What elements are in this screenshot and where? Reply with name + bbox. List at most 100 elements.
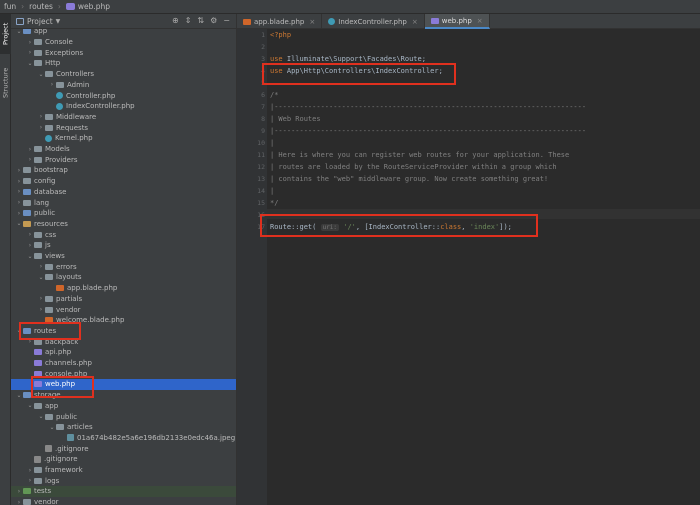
annotation-box-use-statement: [262, 63, 456, 85]
tree-item[interactable]: › Providers: [11, 154, 236, 165]
close-icon[interactable]: ×: [412, 18, 418, 26]
editor-tab[interactable]: app.blade.php ×: [237, 14, 323, 29]
expand-icon[interactable]: ⇅: [197, 16, 204, 25]
navigation-bar: fun › routes › web.php: [0, 0, 700, 14]
tree-item[interactable]: › Requests: [11, 122, 236, 133]
chevron-right-icon[interactable]: ›: [26, 39, 34, 46]
target-icon[interactable]: ⊕: [172, 16, 179, 25]
close-icon[interactable]: ×: [309, 18, 315, 26]
collapse-icon[interactable]: ⇕: [185, 16, 192, 25]
chevron-right-icon[interactable]: ›: [37, 113, 45, 120]
tree-item[interactable]: app.blade.php: [11, 283, 236, 294]
folder-icon: [45, 413, 53, 420]
gitignore-file-icon: [45, 445, 52, 453]
chevron-down-icon[interactable]: ▼: [56, 18, 61, 25]
chevron-right-icon[interactable]: ›: [26, 49, 34, 56]
tree-item[interactable]: › logs: [11, 475, 236, 486]
structure-tool-tab[interactable]: Structure: [0, 58, 11, 108]
chevron-right-icon[interactable]: ›: [48, 81, 56, 88]
tree-item[interactable]: api.php: [11, 347, 236, 358]
chevron-right-icon[interactable]: ›: [15, 499, 23, 505]
tree-item[interactable]: › config: [11, 176, 236, 187]
tree-item[interactable]: › bootstrap: [11, 165, 236, 176]
chevron-right-icon[interactable]: ›: [37, 263, 45, 270]
tree-item[interactable]: Controller.php: [11, 90, 236, 101]
chevron-right-icon[interactable]: ›: [37, 306, 45, 313]
chevron-down-icon[interactable]: ⌄: [15, 220, 23, 227]
tree-item[interactable]: › framework: [11, 465, 236, 476]
tree-item[interactable]: ⌄ app: [11, 401, 236, 412]
tree-item[interactable]: Kernel.php: [11, 133, 236, 144]
tree-item[interactable]: › public: [11, 208, 236, 219]
minimize-icon[interactable]: −: [223, 16, 230, 25]
tree-item[interactable]: › tests: [11, 486, 236, 497]
tree-item[interactable]: › css: [11, 229, 236, 240]
chevron-down-icon[interactable]: ⌄: [26, 253, 34, 260]
breadcrumb-folder[interactable]: routes: [29, 2, 53, 11]
tree-item[interactable]: .gitignore: [11, 443, 236, 454]
chevron-right-icon[interactable]: ›: [15, 188, 23, 195]
close-icon[interactable]: ×: [477, 17, 483, 25]
tree-item[interactable]: ⌄ Http: [11, 58, 236, 69]
chevron-right-icon[interactable]: ›: [15, 199, 23, 206]
chevron-down-icon[interactable]: ⌄: [37, 71, 45, 78]
chevron-right-icon[interactable]: ›: [37, 124, 45, 131]
chevron-down-icon[interactable]: ⌄: [37, 413, 45, 420]
chevron-right-icon[interactable]: ›: [15, 178, 23, 185]
gear-icon[interactable]: ⚙: [210, 16, 217, 25]
tree-item[interactable]: channels.php: [11, 358, 236, 369]
chevron-right-icon[interactable]: ›: [37, 295, 45, 302]
chevron-right-icon[interactable]: ›: [15, 488, 23, 495]
folder-icon: [45, 263, 53, 270]
tree-item[interactable]: › partials: [11, 294, 236, 305]
tree-item[interactable]: 01a674b482e5a6e196db2133e0edc46a.jpeg: [11, 433, 236, 444]
tree-item[interactable]: › errors: [11, 261, 236, 272]
project-tool-tab[interactable]: Project: [0, 14, 11, 54]
tree-item[interactable]: › js: [11, 240, 236, 251]
chevron-right-icon[interactable]: ›: [26, 477, 34, 484]
chevron-down-icon[interactable]: ⌄: [26, 402, 34, 409]
php-class-icon: [45, 134, 52, 142]
folder-icon: [34, 156, 42, 163]
tree-item[interactable]: .gitignore: [11, 454, 236, 465]
tree-item[interactable]: ⌄ Controllers: [11, 69, 236, 80]
tree-item[interactable]: › database: [11, 187, 236, 198]
folder-icon: [23, 29, 31, 35]
tree-item-label: partials: [56, 294, 83, 303]
tree-item[interactable]: ⌄ views: [11, 251, 236, 262]
chevron-down-icon[interactable]: ⌄: [48, 424, 56, 431]
chevron-right-icon[interactable]: ›: [26, 146, 34, 153]
code-editor[interactable]: <?php use Illuminate\Support\Facades\Rou…: [267, 29, 700, 505]
chevron-down-icon[interactable]: ⌄: [15, 392, 23, 399]
tree-item[interactable]: › Exceptions: [11, 47, 236, 58]
chevron-right-icon[interactable]: ›: [15, 167, 23, 174]
tree-item-label: layouts: [56, 273, 82, 282]
tree-item[interactable]: › vendor: [11, 304, 236, 315]
breadcrumb-project[interactable]: fun: [4, 2, 16, 11]
chevron-right-icon[interactable]: ›: [26, 156, 34, 163]
editor-tab[interactable]: web.php ×: [424, 14, 490, 29]
folder-icon: [23, 188, 31, 195]
tree-item[interactable]: › Middleware: [11, 112, 236, 123]
chevron-right-icon[interactable]: ›: [15, 210, 23, 217]
chevron-down-icon[interactable]: ⌄: [37, 274, 45, 281]
tree-item[interactable]: › Console: [11, 37, 236, 48]
chevron-right-icon[interactable]: ›: [26, 242, 34, 249]
tree-item[interactable]: ⌄ articles: [11, 422, 236, 433]
tree-item[interactable]: ⌄ layouts: [11, 272, 236, 283]
tree-item[interactable]: ⌄ resources: [11, 219, 236, 230]
tree-item[interactable]: › Admin: [11, 80, 236, 91]
chevron-right-icon[interactable]: ›: [26, 467, 34, 474]
chevron-down-icon[interactable]: ⌄: [15, 29, 23, 35]
tree-item[interactable]: ⌄ public: [11, 411, 236, 422]
tree-item[interactable]: › lang: [11, 197, 236, 208]
project-panel-title[interactable]: Project: [27, 17, 53, 26]
tree-item[interactable]: › vendor: [11, 497, 236, 505]
breadcrumb-file[interactable]: web.php: [78, 2, 110, 11]
tree-item[interactable]: › Models: [11, 144, 236, 155]
tree-item[interactable]: IndexController.php: [11, 101, 236, 112]
editor-tab[interactable]: IndexController.php ×: [322, 14, 425, 29]
tree-item[interactable]: ⌄ app: [11, 29, 236, 37]
chevron-right-icon[interactable]: ›: [26, 231, 34, 238]
chevron-down-icon[interactable]: ⌄: [26, 60, 34, 67]
